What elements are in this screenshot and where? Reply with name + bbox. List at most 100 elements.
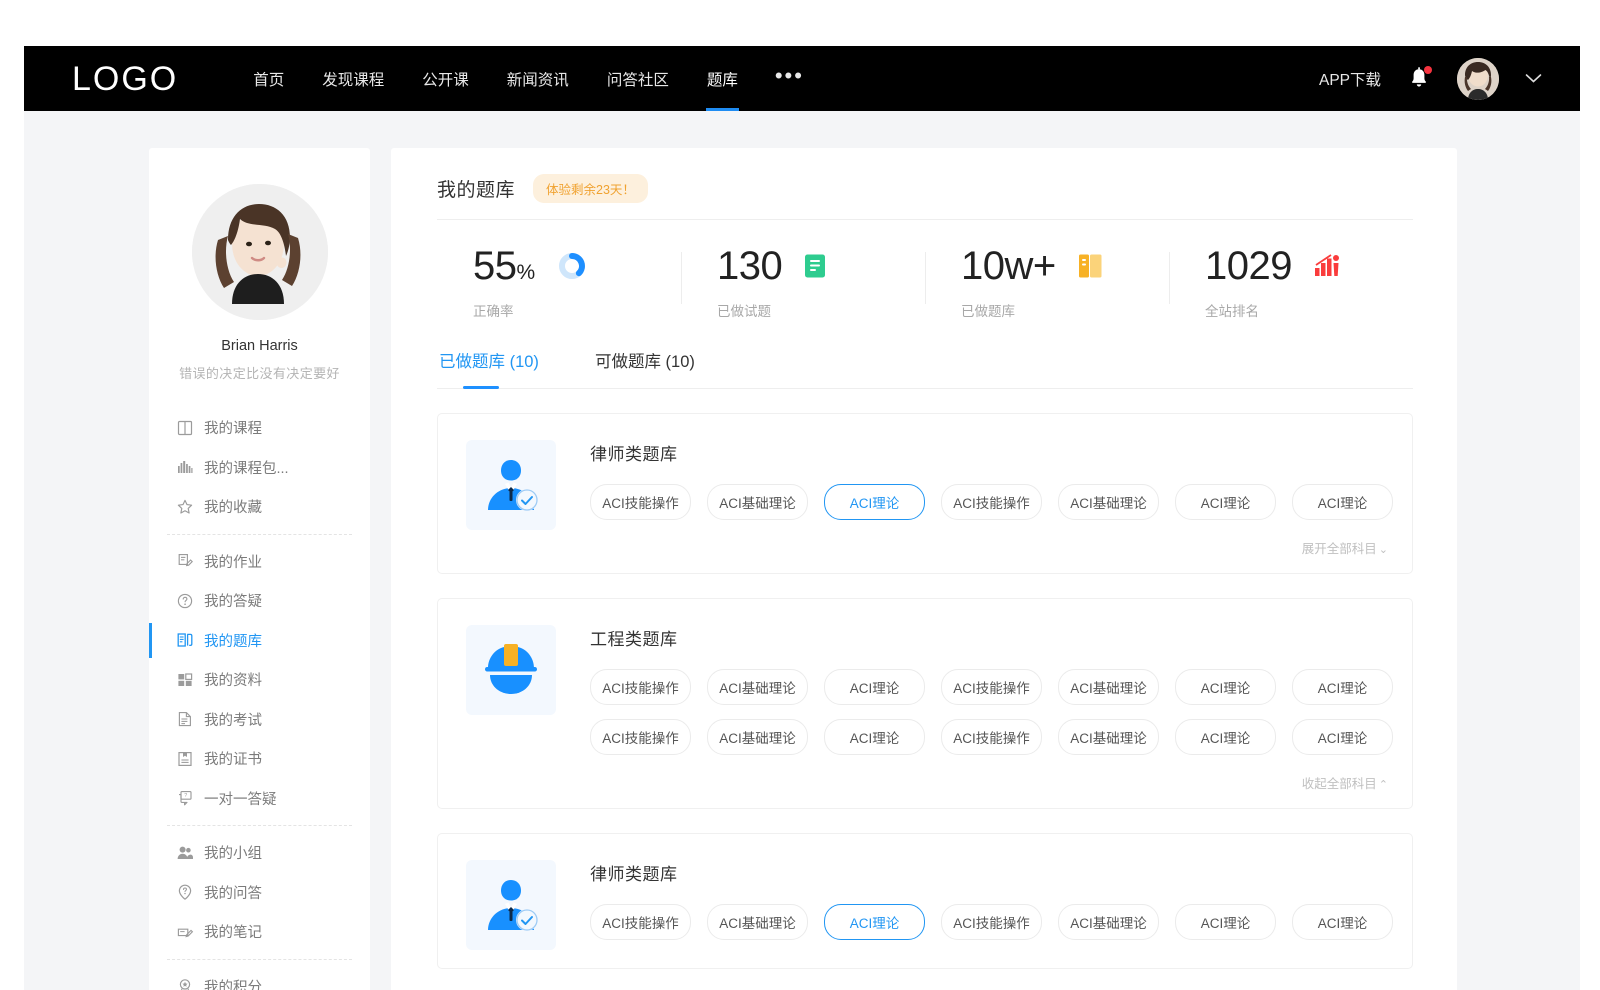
medal-icon [176,977,194,990]
toggle-caret-icon[interactable]: ⌃ [1379,779,1388,791]
subject-tag[interactable]: ACI理论 [1292,669,1393,705]
stats-summary-row: 55% 正确率130 已做试题10w+ 已做题库1029 全站排 [437,220,1413,338]
note-pen-icon [176,923,194,941]
nav-item-5[interactable]: 问答社区 [588,46,688,111]
sidebar-item-17[interactable]: 我的积分 [149,967,370,990]
subject-tag[interactable]: ACI基础理论 [707,669,808,705]
sidebar-item-11[interactable]: ?一对一答疑 [149,779,370,819]
subject-tag[interactable]: ACI技能操作 [941,484,1042,520]
stat-card-2: 130 已做试题 [681,246,925,320]
sidebar-item-label: 我的资料 [204,669,262,690]
sidebar-item-5[interactable]: 我的作业 [149,542,370,582]
notification-badge-dot [1424,66,1432,74]
sidebar-item-label: 我的问答 [204,882,262,903]
question-bank-card: 律师类题库ACI技能操作ACI基础理论ACI理论ACI技能操作ACI基础理论AC… [437,413,1413,574]
subject-tag[interactable]: ACI基础理论 [1058,484,1159,520]
book-icon [176,419,194,437]
nav-item-6[interactable]: 题库 [688,46,757,111]
subject-tag[interactable]: ACI理论 [824,719,925,755]
stat-label: 已做试题 [717,300,925,320]
subject-tag[interactable]: ACI理论 [1175,669,1276,705]
subject-tag[interactable]: ACI技能操作 [590,669,691,705]
subject-tag[interactable]: ACI技能操作 [590,719,691,755]
menu-divider [167,825,352,826]
sidebar-item-13[interactable]: 我的小组 [149,833,370,873]
subject-tag[interactable]: ACI基础理论 [1058,904,1159,940]
subject-tag[interactable]: ACI基础理论 [707,484,808,520]
stat-value: 130 [717,246,782,286]
nav-more-icon[interactable]: ••• [757,65,822,87]
subject-tag[interactable]: ACI理论 [1292,904,1393,940]
subject-tag[interactable]: ACI基础理论 [707,904,808,940]
tab-2[interactable]: 可做题库 (10) [593,344,697,388]
subject-tag[interactable]: ACI理论 [824,669,925,705]
sidebar-item-label: 我的课程包... [204,457,289,478]
sidebar-item-10[interactable]: 我的证书 [149,739,370,779]
sidebar-item-1[interactable]: 我的课程 [149,408,370,448]
subject-tag[interactable]: ACI基础理论 [1058,669,1159,705]
stat-card-3: 10w+ 已做题库 [925,246,1169,320]
profile-data-icon [176,671,194,689]
sidebar-item-8[interactable]: 我的资料 [149,660,370,700]
nav-item-3[interactable]: 公开课 [403,46,488,111]
question-bank-card: 工程类题库ACI技能操作ACI基础理论ACI理论ACI技能操作ACI基础理论AC… [437,598,1413,809]
subject-tag[interactable]: ACI基础理论 [1058,719,1159,755]
sidebar-item-7[interactable]: 我的题库 [149,621,370,661]
nav-item-4[interactable]: 新闻资讯 [488,46,588,111]
app-download-link[interactable]: APP下载 [1319,68,1381,90]
homework-icon [176,552,194,570]
lawyer-verified-icon [480,874,542,936]
subject-tag-row: ACI技能操作ACI基础理论ACI理论ACI技能操作ACI基础理论ACI理论AC… [590,719,1388,755]
nav-item-1[interactable]: 首页 [234,46,303,111]
nav-item-2[interactable]: 发现课程 [303,46,403,111]
subject-tag[interactable]: ACI理论 [1175,904,1276,940]
hardhat-icon [480,642,542,698]
toggle-caret-icon[interactable]: ⌄ [1379,544,1388,556]
subject-tag[interactable]: ACI技能操作 [941,719,1042,755]
subject-tag[interactable]: ACI理论 [824,484,925,520]
question-bank-card-list: 律师类题库ACI技能操作ACI基础理论ACI理论ACI技能操作ACI基础理论AC… [437,389,1413,969]
notification-bell-button[interactable] [1407,66,1431,92]
subject-tag[interactable]: ACI理论 [1292,719,1393,755]
sidebar-item-2[interactable]: 我的课程包... [149,448,370,488]
subject-tag[interactable]: ACI技能操作 [590,904,691,940]
sidebar-item-6[interactable]: 我的答疑 [149,581,370,621]
user-avatar[interactable] [1457,58,1499,100]
card-inner: 工程类题库ACI技能操作ACI基础理论ACI理论ACI技能操作ACI基础理论AC… [466,625,1388,769]
toggle-subjects-link[interactable]: 收起全部科目 [1302,777,1377,791]
chat-bubble-icon: ? [176,789,194,807]
sidebar-item-14[interactable]: 我的问答 [149,873,370,913]
sidebar-item-label: 我的收藏 [204,496,262,517]
sidebar-menu: 我的课程我的课程包... 我的收藏我的作业我的答疑我的题库我的资料我的考试我的证书… [149,408,370,990]
stat-icon-wrap [557,251,587,281]
stat-card-4: 1029 全站排名 [1169,246,1413,320]
sidebar-item-15[interactable]: 我的笔记 [149,912,370,952]
content-tabs: 已做题库 (10) 可做题库 (10) [437,338,1413,389]
card-inner: 律师类题库ACI技能操作ACI基础理论ACI理论ACI技能操作ACI基础理论AC… [466,440,1388,534]
card-footer: 收起全部科目⌃ [466,769,1388,794]
chevron-down-icon[interactable] [1525,73,1542,84]
card-footer: 展开全部科目⌄ [466,534,1388,559]
tab-1[interactable]: 已做题库 (10) [437,344,541,388]
page-title: 我的题库 [437,175,515,202]
profile-block: Brian Harris 错误的决定比没有决定要好 [149,184,370,382]
stat-icon-wrap [1078,253,1103,279]
app-window: LOGO 首页发现课程公开课新闻资讯问答社区题库 ••• APP下载 [24,46,1580,990]
subject-tag[interactable]: ACI理论 [1175,719,1276,755]
subject-tag[interactable]: ACI技能操作 [590,484,691,520]
sidebar-item-9[interactable]: 我的考试 [149,700,370,740]
subject-tag[interactable]: ACI技能操作 [941,669,1042,705]
subject-tag[interactable]: ACI技能操作 [941,904,1042,940]
subject-tag[interactable]: ACI理论 [824,904,925,940]
stat-number: 55 [473,244,517,288]
subject-tag[interactable]: ACI基础理论 [707,719,808,755]
toggle-subjects-link[interactable]: 展开全部科目 [1302,542,1377,556]
stat-label: 已做题库 [961,300,1169,320]
subject-tag[interactable]: ACI理论 [1292,484,1393,520]
subject-tag[interactable]: ACI理论 [1175,484,1276,520]
stat-card-1: 55% 正确率 [437,246,681,320]
site-logo[interactable]: LOGO [72,62,178,96]
main-nav: 首页发现课程公开课新闻资讯问答社区题库 [234,46,757,111]
profile-picture[interactable] [192,184,328,320]
sidebar-item-3[interactable]: 我的收藏 [149,487,370,527]
